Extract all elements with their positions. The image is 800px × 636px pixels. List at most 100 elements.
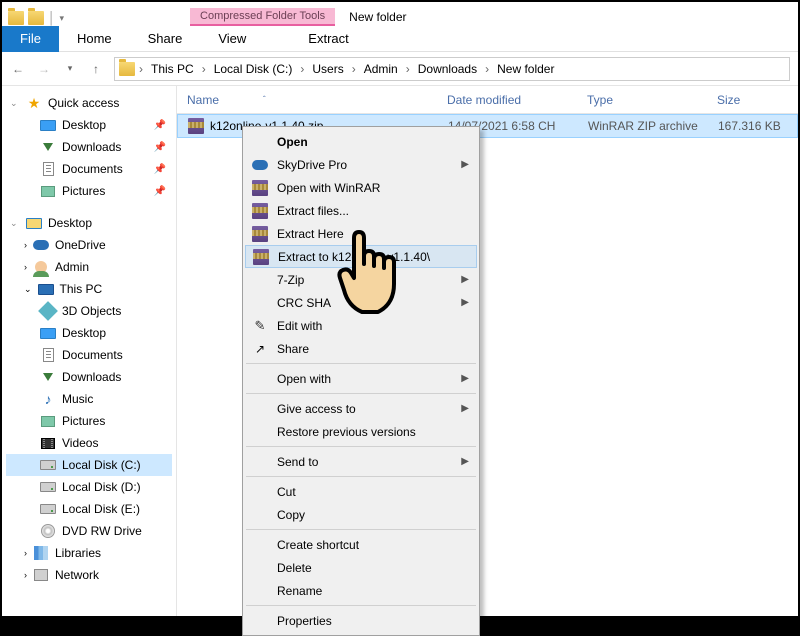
extract-tab[interactable]: Extract [290,26,366,52]
sidebar-item-dvd-drive[interactable]: DVD RW Drive [6,520,172,542]
drive-icon [40,479,56,495]
menu-rename[interactable]: Rename [245,579,477,602]
context-menu: Open SkyDrive Pro▶ Open with WinRAR Extr… [242,126,480,636]
titlebar: │ ▾ Compressed Folder Tools New folder [2,2,798,26]
chevron-right-icon: ▶ [461,274,469,285]
menu-crc-sha[interactable]: CRC SHA▶ [245,291,477,314]
sidebar-item-onedrive[interactable]: ›OneDrive [6,234,172,256]
sidebar-label: Network [55,568,99,582]
sidebar-label: Downloads [62,140,121,154]
navigation-pane: ⌄ ★ Quick access Desktop📌 Downloads📌 Doc… [2,86,177,616]
sidebar-item-videos[interactable]: Videos [6,432,172,454]
sidebar-item-pictures[interactable]: Pictures📌 [6,180,172,202]
sidebar-label: Desktop [48,216,92,230]
menu-give-access[interactable]: Give access to▶ [245,397,477,420]
menu-open-winrar[interactable]: Open with WinRAR [245,176,477,199]
breadcrumb-item[interactable]: New folder [493,62,558,76]
pin-icon: 📌 [154,120,166,131]
menu-open-with[interactable]: Open with▶ [245,367,477,390]
column-date[interactable]: Date modified [437,93,577,107]
music-icon: ♪ [40,391,56,407]
sidebar-item-local-disk-d[interactable]: Local Disk (D:) [6,476,172,498]
sidebar-item-documents[interactable]: Documents📌 [6,158,172,180]
menu-share[interactable]: ↗Share [245,337,477,360]
sidebar-item-local-disk-c[interactable]: Local Disk (C:) [6,454,172,476]
drive-icon [40,457,56,473]
downloads-icon [40,139,56,155]
menu-copy[interactable]: Copy [245,503,477,526]
3d-icon [40,303,56,319]
column-size[interactable]: Size [707,93,798,107]
pc-icon [38,281,54,297]
share-tab[interactable]: Share [130,26,201,52]
folder-icon [8,10,24,26]
pictures-icon [40,183,56,199]
sidebar-item-music[interactable]: ♪Music [6,388,172,410]
sidebar-item-pictures[interactable]: Pictures [6,410,172,432]
chevron-right-icon: ▶ [461,456,469,467]
menu-delete[interactable]: Delete [245,556,477,579]
menu-cut[interactable]: Cut [245,480,477,503]
sidebar-label: Pictures [62,414,105,428]
recent-dropdown[interactable]: ▾ [62,61,78,77]
menu-create-shortcut[interactable]: Create shortcut [245,533,477,556]
sidebar-item-desktop[interactable]: Desktop📌 [6,114,172,136]
address-bar[interactable]: › This PC › Local Disk (C:) › Users › Ad… [114,57,790,81]
sidebar-label: DVD RW Drive [62,524,142,538]
sidebar-item-documents[interactable]: Documents [6,344,172,366]
menu-separator [246,605,476,606]
chevron-right-icon: › [137,62,145,76]
breadcrumb-item[interactable]: Users [308,62,347,76]
menu-skydrive[interactable]: SkyDrive Pro▶ [245,153,477,176]
winrar-icon [252,248,270,266]
breadcrumb-item[interactable]: Local Disk (C:) [210,62,297,76]
quick-access-header[interactable]: ⌄ ★ Quick access [6,92,172,114]
sidebar-item-3dobjects[interactable]: 3D Objects [6,300,172,322]
file-size: 167.316 KB [708,119,797,133]
sidebar-item-desktop[interactable]: Desktop [6,322,172,344]
column-type[interactable]: Type [577,93,707,107]
breadcrumb-item[interactable]: This PC [147,62,198,76]
chevron-down-icon: ⌄ [10,218,20,229]
chevron-right-icon: › [350,62,358,76]
column-name[interactable]: Nameˆ [177,93,437,107]
back-button[interactable]: ← [10,61,26,77]
libraries-icon [33,545,49,561]
view-tab[interactable]: View [200,26,264,52]
menu-properties[interactable]: Properties [245,609,477,632]
sidebar-label: Local Disk (E:) [62,502,140,516]
breadcrumb-item[interactable]: Admin [360,62,402,76]
chevron-right-icon: › [200,62,208,76]
sidebar-desktop-header[interactable]: ⌄ Desktop [6,212,172,234]
chevron-right-icon: ▶ [461,297,469,308]
sidebar-label: 3D Objects [62,304,121,318]
menu-7zip[interactable]: 7-Zip▶ [245,268,477,291]
qat-open-icon[interactable] [28,10,44,26]
qat-dropdown-icon[interactable]: ▾ [60,13,65,24]
menu-open[interactable]: Open [245,130,477,153]
chevron-right-icon: › [24,548,27,558]
up-button[interactable]: ↑ [88,61,104,77]
menu-restore[interactable]: Restore previous versions [245,420,477,443]
sidebar-item-libraries[interactable]: › Libraries [6,542,172,564]
forward-button[interactable]: → [36,61,52,77]
breadcrumb-item[interactable]: Downloads [414,62,481,76]
sidebar-item-local-disk-e[interactable]: Local Disk (E:) [6,498,172,520]
menu-edit-with[interactable]: ✎Edit with [245,314,477,337]
winrar-icon [251,225,269,243]
file-tab[interactable]: File [2,26,59,52]
sidebar-item-downloads[interactable]: Downloads📌 [6,136,172,158]
menu-extract-to[interactable]: Extract to k12online-v1.1.40\ [245,245,477,268]
chevron-right-icon: ▶ [461,373,469,384]
menu-extract-files[interactable]: Extract files... [245,199,477,222]
sidebar-item-thispc[interactable]: ⌄This PC [6,278,172,300]
sidebar-item-admin[interactable]: ›Admin [6,256,172,278]
home-tab[interactable]: Home [59,26,130,52]
sidebar-label: Libraries [55,546,101,560]
chevron-right-icon: › [24,240,27,250]
sidebar-item-downloads[interactable]: Downloads [6,366,172,388]
star-icon: ★ [26,95,42,111]
menu-send-to[interactable]: Send to▶ [245,450,477,473]
menu-extract-here[interactable]: Extract Here [245,222,477,245]
sidebar-item-network[interactable]: ›Network [6,564,172,586]
